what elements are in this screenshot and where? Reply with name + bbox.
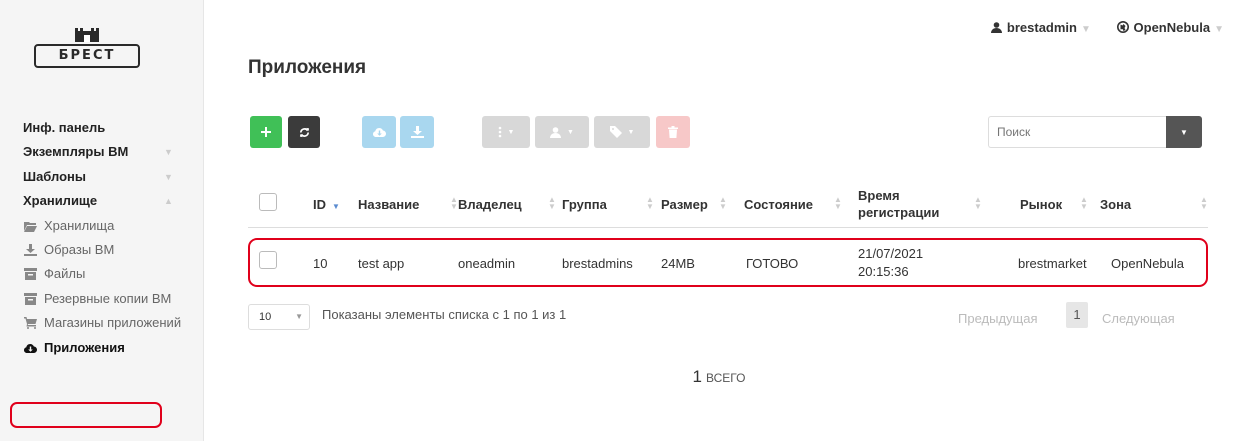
create-button[interactable] — [250, 116, 282, 148]
sidebar-item-label: Экземпляры ВМ — [23, 144, 129, 160]
column-header-size[interactable]: Размер ▲ ▼ — [661, 180, 727, 228]
column-header-id[interactable]: ID ▼ — [313, 180, 340, 228]
table-info: Показаны элементы списка с 1 по 1 из 1 — [322, 307, 567, 322]
refresh-icon — [299, 127, 309, 137]
active-item-highlight — [10, 402, 162, 428]
caret-down-icon: ▼ — [507, 128, 515, 136]
sort-icon: ▲ ▼ — [974, 195, 982, 211]
sidebar-item-label: Инф. панель — [23, 120, 106, 135]
download-icon — [410, 126, 424, 138]
total-number: 1 — [692, 367, 703, 386]
brest-logo[interactable]: БРЕСТ — [34, 24, 140, 74]
sidebar-item-files[interactable]: Файлы — [0, 262, 204, 286]
total-count: 1 ВСЕГО — [0, 367, 1244, 387]
sidebar-item-label: Шаблоны — [23, 168, 86, 184]
sidebar-item-datastores[interactable]: Хранилища — [0, 214, 204, 238]
sidebar-item-storage[interactable]: Хранилище ▲ — [0, 189, 204, 213]
logo-text: БРЕСТ — [34, 44, 140, 68]
chevron-down-icon: ▼ — [164, 171, 173, 182]
folder-open-icon — [24, 221, 37, 232]
sort-desc-icon: ▼ — [332, 201, 340, 211]
tag-icon — [609, 126, 622, 138]
chevron-down-icon: ▼ — [164, 147, 173, 158]
sidebar-item-apps[interactable]: Приложения — [0, 336, 204, 360]
chevron-up-icon: ▲ — [164, 196, 173, 207]
table-header: ID ▼ Название ▲ ▼ Владелец ▲ ▼ Группа ▲ ▼ Р… — [248, 180, 1208, 228]
page-title: Приложения — [248, 57, 367, 78]
more-vertical-icon — [498, 126, 501, 138]
search-input[interactable] — [988, 116, 1166, 148]
caret-down-icon: ▼ — [1180, 127, 1188, 137]
caret-down-icon: ▼ — [627, 128, 635, 136]
user-name: brestadmin — [1006, 20, 1077, 35]
column-header-regtime[interactable]: Время регистрации ▲ ▼ — [858, 180, 982, 228]
archive-icon — [24, 268, 37, 281]
sort-icon: ▲ ▼ — [1200, 195, 1208, 211]
row-highlight — [248, 238, 1208, 287]
delete-button[interactable] — [656, 116, 690, 148]
sidebar-item-label: Приложения — [44, 339, 125, 355]
cloud-download-icon — [24, 343, 37, 353]
column-header-owner[interactable]: Владелец ▲ ▼ — [458, 180, 556, 228]
caret-down-icon: ▼ — [295, 312, 303, 321]
sidebar-item-label: Образы ВМ — [44, 241, 115, 257]
column-header-group[interactable]: Группа ▲ ▼ — [562, 180, 654, 228]
sidebar-item-label: Хранилище — [23, 193, 98, 209]
sort-icon: ▲ ▼ — [450, 195, 458, 211]
sidebar-item-label: Файлы — [44, 266, 86, 282]
sidebar-item-backups[interactable]: Резервные копии ВМ — [0, 287, 204, 311]
sort-icon: ▲ ▼ — [1080, 195, 1088, 211]
sidebar-item-label: Магазины приложений — [44, 315, 182, 331]
archive-icon — [24, 292, 37, 305]
globe-icon — [1116, 21, 1129, 33]
zone-name: OpenNebula — [1133, 20, 1211, 35]
column-header-state[interactable]: Состояние ▲ ▼ — [744, 180, 842, 228]
page-size-value: 10 — [259, 311, 272, 323]
caret-down-icon: ▼ — [1214, 24, 1224, 35]
user-icon — [990, 22, 1002, 33]
trash-icon — [668, 126, 678, 138]
page-1-button[interactable]: 1 — [1066, 302, 1088, 328]
cloud-download-icon — [372, 128, 386, 137]
download-button[interactable] — [400, 116, 434, 148]
sort-icon: ▲ ▼ — [646, 195, 654, 211]
refresh-button[interactable] — [288, 116, 320, 148]
select-all-checkbox[interactable] — [259, 193, 277, 211]
prev-page-button[interactable]: Предыдущая — [958, 311, 1038, 326]
labels-dropdown[interactable]: ▼ — [594, 116, 650, 148]
user-icon — [550, 126, 562, 138]
column-header-market[interactable]: Рынок ▲ ▼ — [1020, 180, 1088, 228]
sidebar-item-templates[interactable]: Шаблоны ▼ — [0, 165, 204, 189]
top-bar: brestadmin ▼ OpenNebula ▼ — [969, 20, 1224, 35]
sidebar-item-images[interactable]: Образы ВМ — [0, 238, 204, 262]
caret-down-icon: ▼ — [567, 128, 574, 136]
column-header-name[interactable]: Название ▲ ▼ — [358, 180, 458, 228]
next-page-button[interactable]: Следующая — [1102, 311, 1175, 326]
sidebar-item-label: Резервные копии ВМ — [44, 290, 172, 306]
plus-icon — [261, 127, 271, 137]
caret-down-icon: ▼ — [1080, 24, 1091, 35]
castle-icon — [75, 28, 99, 42]
export-button[interactable] — [362, 116, 396, 148]
cart-icon — [24, 317, 37, 330]
zone-menu[interactable]: OpenNebula ▼ — [1116, 20, 1224, 35]
sidebar-item-label: Хранилища — [44, 217, 115, 233]
page-size-select[interactable]: 10 ▼ — [248, 304, 310, 330]
search-options-button[interactable]: ▼ — [1166, 116, 1202, 148]
sort-icon: ▲ ▼ — [834, 195, 842, 211]
sidebar-item-dashboard[interactable]: Инф. панель — [0, 116, 204, 140]
user-menu[interactable]: brestadmin ▼ — [990, 20, 1095, 35]
total-label: ВСЕГО — [706, 371, 746, 385]
sidebar-item-marketplaces[interactable]: Магазины приложений — [0, 311, 204, 335]
sidebar-nav: Инф. панель Экземпляры ВМ ▼ Шаблоны ▼ Хр… — [0, 116, 204, 360]
download-icon — [24, 243, 37, 256]
actions-dropdown[interactable]: ▼ — [482, 116, 530, 148]
column-header-zone[interactable]: Зона ▲ ▼ — [1100, 180, 1208, 228]
sort-icon: ▲ ▼ — [719, 195, 727, 211]
sort-icon: ▲ ▼ — [548, 195, 556, 211]
ownership-dropdown[interactable]: ▼ — [535, 116, 589, 148]
sidebar-item-vms[interactable]: Экземпляры ВМ ▼ — [0, 140, 204, 164]
